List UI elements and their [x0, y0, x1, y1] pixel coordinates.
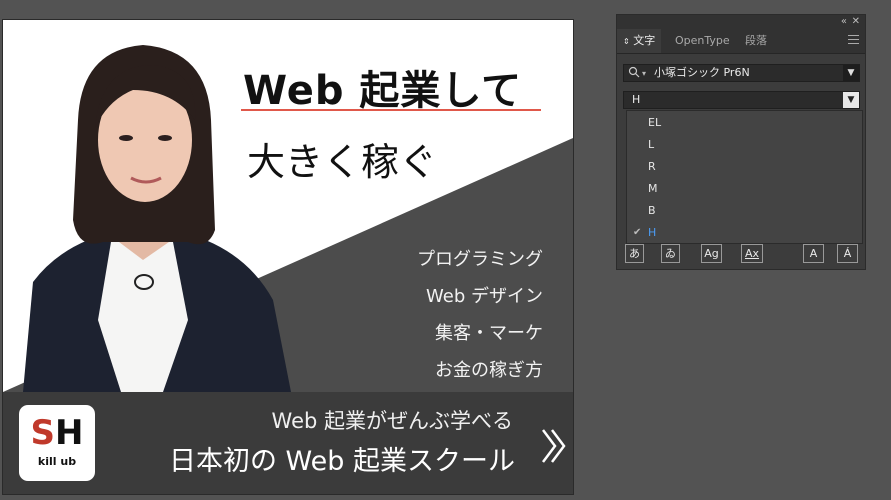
- tab-opentype[interactable]: OpenType: [669, 29, 736, 53]
- search-caret-icon: ▾: [642, 69, 647, 78]
- feature-list: プログラミング Web デザイン 集客・マーケ お金の稼ぎ方: [383, 241, 543, 389]
- style-option[interactable]: B: [648, 203, 656, 219]
- search-icon: [628, 66, 640, 78]
- school-name[interactable]: 日本初の Web 起業スクール: [115, 444, 515, 480]
- style-option[interactable]: L: [648, 137, 654, 153]
- hankaku-icon[interactable]: ゐ: [661, 244, 680, 263]
- case-icon[interactable]: Ax: [741, 244, 763, 263]
- banner-artboard[interactable]: Web 起業して 大きく稼ぐ プログラミング Web デザイン 集客・マーケ お…: [2, 19, 574, 495]
- menu-icon[interactable]: [848, 35, 859, 47]
- bottom-bar: SH kill ub Web 起業がぜんぶ学べる 日本初の Web 起業スクール: [3, 392, 573, 494]
- text-underline: [241, 109, 541, 111]
- feature-item[interactable]: Web デザイン: [383, 278, 543, 315]
- panel-tabs: ⇕ 文字 OpenType 段落: [617, 29, 865, 54]
- font-style-dropdown: EL L R M B ✔ H: [626, 110, 863, 244]
- double-chevron-right-icon: [542, 429, 566, 463]
- chevron-down-icon[interactable]: ▼: [843, 92, 859, 108]
- feature-item[interactable]: 集客・マーケ: [383, 315, 543, 352]
- style-option-selected[interactable]: H: [648, 225, 656, 241]
- skillhub-logo: SH kill ub: [19, 405, 95, 481]
- logo-letters: SH: [30, 413, 84, 453]
- logo-subtext: kill ub: [37, 455, 77, 468]
- italic-style-icon[interactable]: A: [803, 244, 824, 263]
- accent-style-icon[interactable]: Á: [837, 244, 858, 263]
- panel-titlebar: « ✕: [617, 15, 865, 29]
- tab-paragraph[interactable]: 段落: [739, 29, 773, 53]
- character-panel: « ✕ ⇕ 文字 OpenType 段落 ▾ 小塚ゴシック Pr6N ▼ H ▼…: [616, 14, 866, 270]
- feature-item[interactable]: お金の稼ぎ方: [383, 352, 543, 389]
- font-style-value: H: [632, 93, 641, 106]
- font-family-value: 小塚ゴシック Pr6N: [654, 66, 750, 79]
- headline-line2[interactable]: 大きく稼ぐ: [247, 138, 437, 186]
- chevron-down-icon[interactable]: ▼: [843, 65, 859, 81]
- tab-character[interactable]: ⇕ 文字: [617, 29, 662, 53]
- style-option[interactable]: M: [648, 181, 658, 197]
- style-option[interactable]: EL: [648, 115, 661, 131]
- close-icon[interactable]: ✕: [852, 16, 860, 28]
- tab-arrows-icon: ⇕: [623, 37, 630, 46]
- tagline[interactable]: Web 起業がぜんぶ学べる: [183, 406, 513, 436]
- glyph-icon[interactable]: Ag: [701, 244, 722, 263]
- check-icon: ✔: [633, 227, 642, 238]
- font-style-field[interactable]: H ▼: [623, 91, 860, 109]
- font-family-field[interactable]: ▾ 小塚ゴシック Pr6N ▼: [623, 64, 860, 82]
- collapse-icon[interactable]: «: [841, 16, 847, 28]
- feature-item[interactable]: プログラミング: [383, 241, 543, 278]
- style-option[interactable]: R: [648, 159, 656, 175]
- proportional-font-icon[interactable]: あ: [625, 244, 644, 263]
